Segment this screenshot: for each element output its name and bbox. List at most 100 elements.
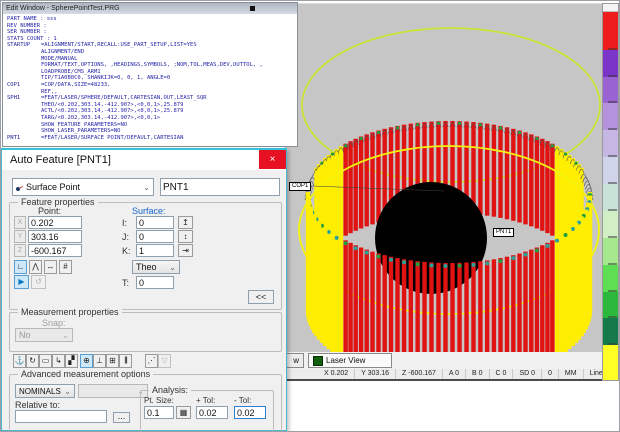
surface-point-icon	[16, 184, 23, 191]
colorbar-segment	[603, 184, 618, 211]
chevron-down-icon: ⌄	[169, 263, 176, 272]
redirect-button[interactable]: ↳	[52, 354, 65, 368]
colorbar-segment	[603, 130, 618, 157]
grid-mode-button[interactable]: #	[59, 260, 72, 274]
columns-button[interactable]: |||	[119, 354, 132, 368]
status-field-extra: 0	[542, 369, 559, 379]
theo-dropdown[interactable]: Theo ⌄	[132, 260, 180, 274]
laser-view-icon	[313, 356, 323, 366]
t-label: T:	[122, 278, 129, 288]
window-menu-icon[interactable]	[250, 6, 255, 11]
vector-flip-button[interactable]: ↕	[178, 230, 193, 243]
filter-button[interactable]: ▽	[158, 354, 171, 368]
code-line-text: =FEAT/LASER/SPHERE/DEFAULT,CARTESIAN,OUT…	[41, 95, 207, 101]
colorbar-segment	[603, 345, 618, 380]
snap-dropdown[interactable]: No ⌄	[15, 328, 73, 342]
code-line-text: =ALIGNMENT/START,RECALL:USE_PART_SETUP,L…	[41, 42, 197, 48]
dialog-titlebar[interactable]: Auto Feature [PNT1] ×	[2, 150, 286, 170]
code-line: ACTL/<0.202,303.14,-412.907>,<0,0,1>,25.…	[7, 108, 297, 115]
point-path-button[interactable]: ⋰	[145, 354, 158, 368]
width-mode-button[interactable]: ↔	[44, 260, 57, 274]
point-label: Point:	[38, 206, 61, 216]
feature-name-input[interactable]	[160, 178, 280, 196]
level-button[interactable]: ⊥	[93, 354, 106, 368]
region-button[interactable]: ▭	[39, 354, 52, 368]
vector-align-button[interactable]: ⇥	[178, 244, 193, 257]
tab-view-partial[interactable]: w	[284, 353, 304, 368]
minus-tol-input[interactable]	[234, 406, 266, 419]
status-field-C: C 0	[490, 369, 514, 379]
anchor-icon: ⚓	[15, 356, 25, 365]
edit-window-titlebar[interactable]: Edit Window - SpherePointTest.PRG	[3, 3, 297, 14]
width-mode-icon: ↔	[47, 262, 55, 271]
snap-dropdown-value: No	[19, 330, 31, 340]
tab-laser-view[interactable]: Laser View	[308, 353, 392, 368]
colorbar-header	[603, 4, 618, 12]
plus-tol-input[interactable]	[196, 406, 228, 419]
code-line: FORMAT/TEXT,OPTIONS, ,HEADINGS,SYMBOLS, …	[7, 62, 297, 69]
level-icon: ⊥	[96, 356, 103, 365]
edit-window-title: Edit Window - SpherePointTest.PRG	[6, 5, 120, 12]
cop-feature-label[interactable]: COP1	[289, 182, 311, 191]
point-z-input[interactable]	[28, 244, 82, 257]
vector-k-input[interactable]	[136, 244, 174, 257]
pt-size-input[interactable]	[144, 406, 174, 419]
edit-window: Edit Window - SpherePointTest.PRG PART N…	[2, 2, 298, 147]
colorbar-segment	[603, 103, 618, 130]
play-icon: ▶	[18, 277, 24, 286]
t-input[interactable]	[136, 276, 174, 289]
status-field-X: X 0.202	[318, 369, 355, 379]
surface-label[interactable]: Surface:	[132, 206, 166, 216]
peaks-mode-button[interactable]: ⋀	[29, 260, 42, 274]
relative-to-input[interactable]	[15, 410, 107, 423]
dialog-title: Auto Feature [PNT1]	[2, 150, 286, 170]
offset-box-button[interactable]: ⊞	[106, 354, 119, 368]
point-path-icon: ⋰	[148, 356, 156, 365]
measure-now-button[interactable]: ▶	[14, 275, 29, 289]
pixel-grid-button[interactable]: ▦	[176, 406, 191, 419]
browse-button[interactable]: ...	[113, 412, 130, 423]
point-x-input[interactable]	[28, 216, 82, 229]
code-line-text: TARG/<0.202,303.14,-412.907>,<0,0,1>	[41, 115, 160, 121]
nominals-dropdown[interactable]: NOMINALS ⌄	[15, 384, 75, 398]
tab-view-partial-label: w	[293, 356, 299, 365]
colorbar-segment	[603, 77, 618, 104]
code-line-label: PNT1	[7, 135, 41, 142]
pt-size-label: Pt. Size:	[144, 396, 174, 405]
status-caret-position: Line 29, Col 034	[584, 369, 602, 379]
collapse-button[interactable]: <<	[248, 290, 274, 304]
feature-type-dropdown[interactable]: Surface Point ⌄	[12, 178, 154, 196]
code-line: SPH1=FEAT/LASER/SPHERE/DEFAULT,CARTESIAN…	[7, 95, 297, 102]
history-button[interactable]: ↺	[31, 275, 46, 289]
point-cloud-scene	[284, 4, 620, 354]
view-tabs: w Laser View	[284, 352, 602, 369]
close-icon[interactable]: ×	[259, 150, 286, 169]
anchor-button[interactable]: ⚓	[13, 354, 26, 368]
target-button[interactable]: ⊕	[80, 354, 93, 368]
nominals-mode-dropdown[interactable]: ⌄	[78, 384, 148, 398]
code-line: THEO/<0.202,303.14,-412.907>,<0,0,1>,25.…	[7, 102, 297, 109]
edit-window-code[interactable]: PART NAME : sssREV NUMBER :SER NUMBER :S…	[3, 14, 297, 146]
vector-point-button[interactable]: ↥	[178, 216, 193, 229]
rotate-icon: ↻	[29, 356, 36, 365]
code-line-text: SHOW FEATURE PARAMETERS=NO	[41, 122, 127, 128]
code-line: PART NAME : sss	[7, 16, 297, 23]
grid-mode-icon: #	[63, 262, 67, 271]
colorbar-segment	[603, 50, 618, 77]
axes-mode-icon: ∟	[17, 262, 25, 271]
axes-mode-button[interactable]: ∟	[14, 260, 27, 274]
rotate-button[interactable]: ↻	[26, 354, 39, 368]
target-icon: ⊕	[83, 356, 90, 365]
code-line: MODE/MANUAL	[7, 56, 297, 63]
graphics-view[interactable]: COP1 PNT1	[284, 3, 620, 354]
deviation-color-scale	[602, 3, 619, 381]
vector-j-input[interactable]	[136, 230, 174, 243]
vector-i-input[interactable]	[136, 216, 174, 229]
histogram-button[interactable]: ▞	[65, 354, 78, 368]
tab-laser-view-label: Laser View	[326, 356, 365, 365]
pnt-feature-label[interactable]: PNT1	[493, 228, 514, 237]
vector-flip-icon: ↕	[184, 232, 188, 241]
pcdmis-app-window: COP1 PNT1 w Laser View X 0.202Y 303.16Z …	[0, 0, 620, 432]
colorbar-segment	[603, 157, 618, 184]
point-y-input[interactable]	[28, 230, 82, 243]
